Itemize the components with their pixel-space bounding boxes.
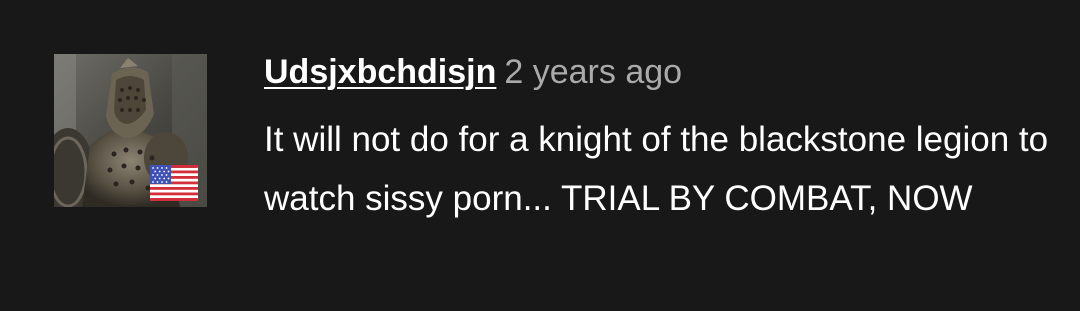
author-name-link[interactable]: Udsjxbchdisjn [264, 53, 496, 91]
comment-timestamp[interactable]: 2 years ago [504, 53, 682, 91]
comment-item: Udsjxbchdisjn 2 years ago It will not do … [0, 0, 1080, 311]
comment-text: It will not do for a knight of the black… [264, 120, 1049, 218]
comment-content: Udsjxbchdisjn 2 years ago It will not do … [264, 48, 1064, 228]
us-flag-icon [150, 165, 198, 201]
comment-header: Udsjxbchdisjn 2 years ago [264, 48, 1064, 96]
